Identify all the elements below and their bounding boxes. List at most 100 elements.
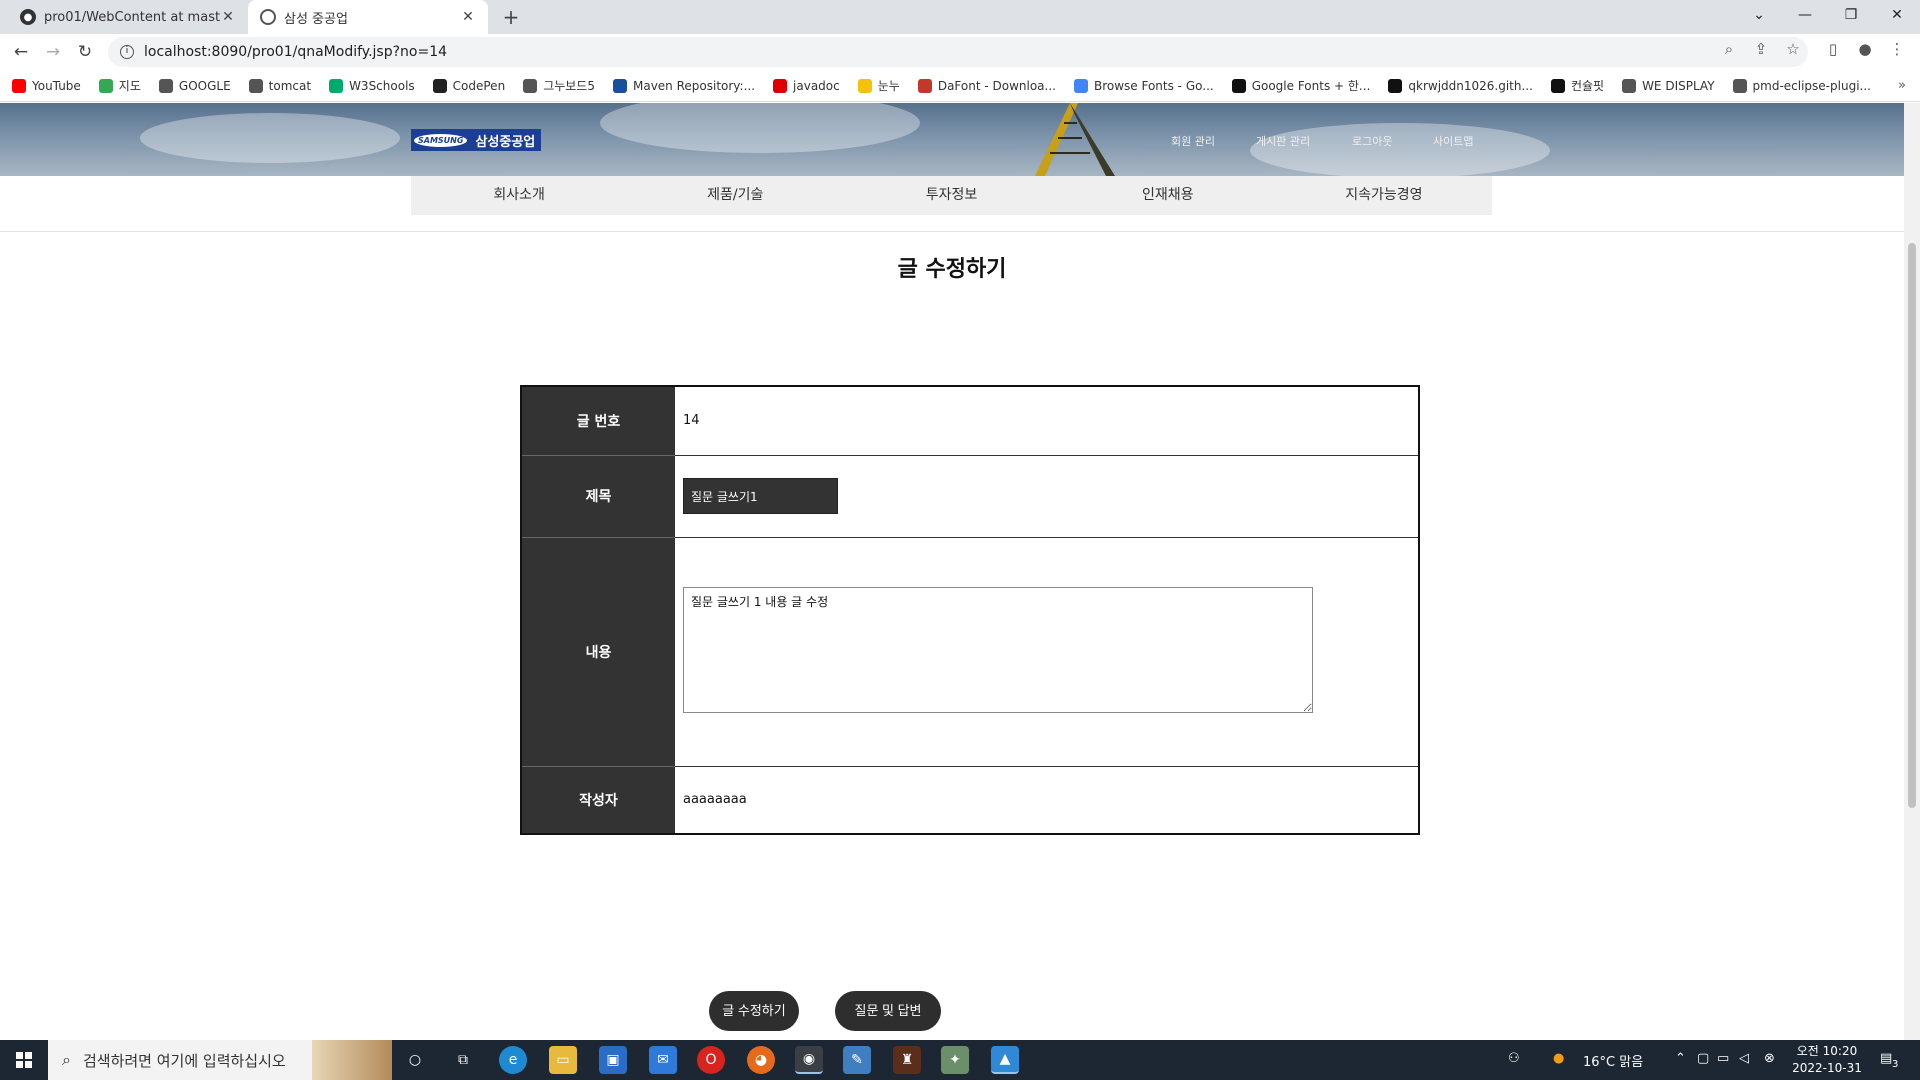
game-icon[interactable]: ♜ (893, 1046, 921, 1074)
address-bar[interactable]: i localhost:8090/pro01/qnaModify.jsp?no=… (108, 37, 1808, 67)
bookmark-label: 컨슐핏 (1570, 79, 1605, 93)
nav-investor[interactable]: 투자정보 (843, 176, 1059, 215)
nav-products[interactable]: 제품/기술 (627, 176, 843, 215)
nav-sustainability[interactable]: 지속가능경영 (1276, 176, 1492, 215)
start-button[interactable] (0, 1040, 48, 1080)
notification-icon[interactable]: ▤ (1880, 1051, 1892, 1066)
close-tab-icon[interactable]: ✕ (460, 9, 476, 25)
bookmark-item[interactable]: Maven Repository:... (612, 78, 755, 93)
bookmark-item[interactable]: DaFont - Downloa... (917, 78, 1056, 93)
bookmark-label: qkrwjddn1026.gith... (1408, 78, 1533, 93)
restore-button[interactable]: ❐ (1828, 0, 1874, 30)
bookmark-star-icon[interactable]: ☆ (1781, 40, 1805, 58)
tab-github[interactable]: ● pro01/WebContent at master · ( ✕ (8, 0, 248, 34)
bookmark-favicon-icon (12, 78, 26, 93)
bookmark-item[interactable]: 지도 (98, 77, 141, 94)
bookmark-item[interactable]: 그누보드5 (523, 77, 595, 94)
edge-icon[interactable]: e (499, 1046, 527, 1074)
bookmark-item[interactable]: 눈누 (857, 77, 900, 94)
photos-icon[interactable]: ▲ (991, 1046, 1019, 1074)
top-menu-board[interactable]: 게시판 관리 (1256, 133, 1310, 149)
scrollbar-thumb[interactable] (1908, 243, 1916, 808)
main-nav: 회사소개 제품/기술 투자정보 인재채용 지속가능경영 (411, 176, 1492, 215)
menu-icon[interactable]: ⋮ (1885, 40, 1909, 58)
bookmark-favicon-icon (523, 78, 538, 93)
task-view-icon[interactable]: ⧉ (449, 1046, 477, 1074)
weather-icon[interactable]: ● (1553, 1051, 1564, 1066)
title-input[interactable] (683, 478, 838, 514)
scrollbar[interactable] (1904, 103, 1920, 1040)
volume-icon[interactable]: ◁ (1739, 1051, 1749, 1066)
weather-text[interactable]: 16°C 맑음 (1583, 1051, 1643, 1070)
network-icon[interactable]: ▭ (1717, 1051, 1729, 1066)
profile-icon[interactable]: ● (1853, 40, 1877, 58)
page-title: 글 수정하기 (897, 257, 1007, 282)
taskbar-search[interactable]: ⌕ 검색하려면 여기에 입력하십시오 (48, 1040, 392, 1080)
new-tab-button[interactable]: + (498, 4, 524, 30)
side-panel-icon[interactable]: ▯ (1821, 40, 1845, 58)
notification-count: 3 (1892, 1059, 1899, 1070)
top-menu-sitemap[interactable]: 사이트맵 (1433, 133, 1473, 149)
tab-strip: ● pro01/WebContent at master · ( ✕ 삼성 중공… (0, 0, 1920, 34)
alert-icon[interactable]: ⊗ (1764, 1051, 1775, 1066)
tab-samsung[interactable]: 삼성 중공업 ✕ (248, 0, 488, 34)
nav-careers[interactable]: 인재채용 (1060, 176, 1276, 215)
people-icon[interactable]: ⚇ (1508, 1051, 1520, 1066)
bookmark-item[interactable]: 컨슐핏 (1550, 77, 1605, 94)
value-author: aaaaaaaa (675, 766, 1419, 835)
bookmark-item[interactable]: javadoc (773, 78, 840, 93)
qna-list-button[interactable]: 질문 및 답변 (835, 991, 941, 1031)
submit-modify-button[interactable]: 글 수정하기 (709, 991, 799, 1031)
chrome-icon[interactable]: ◉ (795, 1046, 823, 1074)
bookmark-item[interactable]: pmd-eclipse-plugi... (1732, 78, 1871, 93)
forward-button[interactable]: → (41, 40, 65, 64)
notepad-icon[interactable]: ✎ (843, 1046, 871, 1074)
opera-icon[interactable]: O (697, 1046, 725, 1074)
bookmark-label: YouTube (32, 78, 81, 93)
value-post-number: 14 (675, 386, 1419, 456)
top-menu-member[interactable]: 회원 관리 (1171, 133, 1215, 149)
bookmark-item[interactable]: W3Schools (329, 78, 415, 93)
bookmark-favicon-icon (1622, 78, 1637, 93)
clock[interactable]: 오전 10:20 2022-10-31 (1792, 1043, 1862, 1077)
bookmark-item[interactable]: tomcat (248, 78, 311, 93)
top-menu-logout[interactable]: 로그아웃 (1352, 133, 1392, 149)
zoom-icon[interactable]: ⌕ (1717, 40, 1741, 58)
minimize-button[interactable]: — (1782, 0, 1828, 30)
reload-button[interactable]: ↻ (73, 40, 97, 64)
share-icon[interactable]: ⇪ (1749, 40, 1773, 58)
toolbar: ← → ↻ i localhost:8090/pro01/qnaModify.j… (0, 34, 1920, 70)
bookmark-label: Google Fonts + 한... (1251, 79, 1371, 93)
close-tab-icon[interactable]: ✕ (220, 9, 236, 25)
mail-icon[interactable]: ✉ (649, 1046, 677, 1074)
eclipse-icon[interactable]: ✦ (941, 1046, 969, 1074)
cortana-icon[interactable]: ○ (401, 1046, 429, 1074)
nav-company[interactable]: 회사소개 (411, 176, 627, 215)
chevron-up-icon[interactable]: ⌃ (1675, 1051, 1686, 1066)
taskbar: ⌕ 검색하려면 여기에 입력하십시오 ○ ⧉ e ▭ ▣ ✉ O ◕ ◉ ✎ ♜… (0, 1040, 1920, 1080)
back-button[interactable]: ← (9, 40, 33, 64)
bookmark-favicon-icon (917, 78, 932, 93)
bookmark-item[interactable]: Browse Fonts - Go... (1073, 78, 1214, 93)
samsung-logo[interactable]: SAMSUNG 삼성중공업 (411, 129, 541, 151)
bookmark-item[interactable]: YouTube (12, 78, 81, 93)
store-icon[interactable]: ▣ (599, 1046, 627, 1074)
file-explorer-icon[interactable]: ▭ (549, 1046, 577, 1074)
header-banner: SAMSUNG 삼성중공업 회원 관리 게시판 관리 로그아웃 사이트맵 (0, 103, 1904, 176)
bookmarks-overflow-button[interactable]: » (1898, 78, 1906, 93)
firefox-icon[interactable]: ◕ (747, 1046, 775, 1074)
tab-title: pro01/WebContent at master · ( (44, 9, 220, 25)
bookmark-item[interactable]: Google Fonts + 한... (1231, 77, 1371, 94)
site-info-icon[interactable]: i (120, 45, 134, 59)
github-icon: ● (20, 9, 36, 25)
meet-icon[interactable]: ▢ (1697, 1051, 1709, 1066)
bookmark-item[interactable]: CodePen (432, 78, 505, 93)
bookmark-item[interactable]: WE DISPLAY (1622, 78, 1715, 93)
bookmark-favicon-icon (773, 78, 788, 93)
bookmark-item[interactable]: GOOGLE (158, 78, 231, 93)
url-text: localhost:8090/pro01/qnaModify.jsp?no=14 (144, 44, 448, 60)
tab-search-icon[interactable]: ⌄ (1736, 0, 1782, 30)
close-window-button[interactable]: ✕ (1874, 0, 1920, 30)
content-textarea[interactable]: 질문 글쓰기 1 내용 글 수정 (683, 586, 1313, 713)
bookmark-item[interactable]: qkrwjddn1026.gith... (1388, 78, 1533, 93)
